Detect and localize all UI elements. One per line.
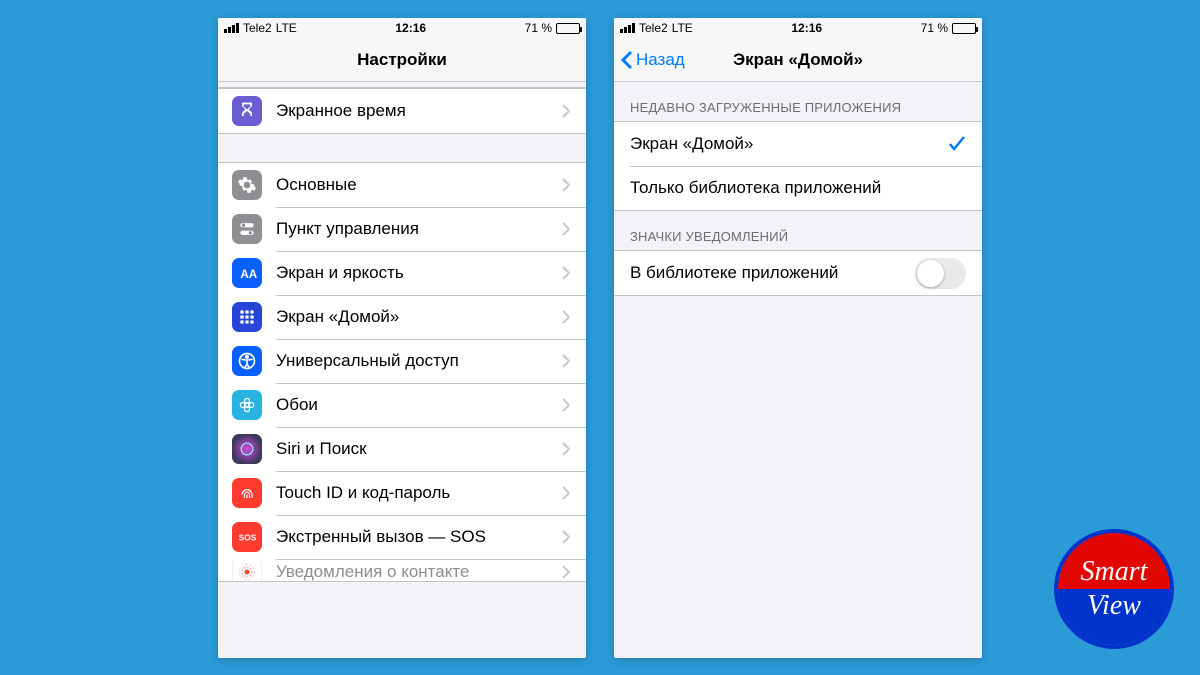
carrier-label: Tele2	[243, 21, 272, 35]
row-touchid-passcode[interactable]: Touch ID и код-пароль	[218, 471, 586, 515]
accessibility-icon	[232, 346, 262, 376]
chevron-right-icon	[562, 486, 570, 500]
option-home-screen[interactable]: Экран «Домой»	[614, 122, 982, 166]
section-header-notification-badges: ЗНАЧКИ УВЕДОМЛЕНИЙ	[614, 211, 982, 250]
gear-icon	[232, 170, 262, 200]
row-home-screen[interactable]: Экран «Домой»	[218, 295, 586, 339]
nav-bar: Настройки	[218, 38, 586, 82]
watermark-logo: Smart View	[1054, 529, 1174, 649]
row-label: Уведомления о контакте	[276, 562, 548, 581]
back-button[interactable]: Назад	[620, 38, 685, 81]
hourglass-icon	[232, 96, 262, 126]
battery-icon	[952, 23, 976, 34]
row-label: Siri и Поиск	[276, 439, 548, 459]
back-label: Назад	[636, 50, 685, 70]
exposure-icon	[232, 559, 262, 581]
status-bar: Tele2 LTE 12:16 71 %	[614, 18, 982, 38]
chevron-right-icon	[562, 178, 570, 192]
row-label: Обои	[276, 395, 548, 415]
battery-pct: 71 %	[525, 21, 552, 35]
row-general[interactable]: Основные	[218, 163, 586, 207]
option-app-library-only[interactable]: Только библиотека приложений	[614, 166, 982, 210]
option-label: Только библиотека приложений	[630, 178, 966, 198]
nav-bar: Назад Экран «Домой»	[614, 38, 982, 82]
battery-pct: 71 %	[921, 21, 948, 35]
settings-group-general: Основные Пункт управления AA Экран и ярк…	[218, 162, 586, 582]
row-label: Touch ID и код-пароль	[276, 483, 548, 503]
carrier-label: Tele2	[639, 21, 668, 35]
chevron-right-icon	[562, 565, 570, 579]
row-label: Экран «Домой»	[276, 307, 548, 327]
logo-text-top: Smart	[1081, 555, 1148, 589]
section-newly-downloaded: Экран «Домой» Только библиотека приложен…	[614, 121, 982, 211]
network-label: LTE	[276, 21, 297, 35]
chevron-right-icon	[562, 222, 570, 236]
phone-settings: Tele2 LTE 12:16 71 % Настройки Экранное …	[218, 18, 586, 658]
chevron-right-icon	[562, 354, 570, 368]
row-label: Экстренный вызов — SOS	[276, 527, 548, 547]
siri-icon	[232, 434, 262, 464]
wallpaper-icon	[232, 390, 262, 420]
row-label: Универсальный доступ	[276, 351, 548, 371]
settings-group-screentime: Экранное время	[218, 88, 586, 134]
toggle-in-app-library[interactable]: В библиотеке приложений	[614, 251, 982, 295]
logo-text-bot: View	[1087, 589, 1141, 623]
fingerprint-icon	[232, 478, 262, 508]
row-wallpaper[interactable]: Обои	[218, 383, 586, 427]
battery-icon	[556, 23, 580, 34]
row-label: Пункт управления	[276, 219, 548, 239]
chevron-left-icon	[620, 50, 634, 70]
toggles-icon	[232, 214, 262, 244]
page-title: Настройки	[357, 50, 447, 70]
toggle-label: В библиотеке приложений	[630, 263, 901, 283]
chevron-right-icon	[562, 530, 570, 544]
sos-icon: SOS	[232, 522, 262, 552]
row-display-brightness[interactable]: AA Экран и яркость	[218, 251, 586, 295]
status-time: 12:16	[791, 21, 822, 35]
option-label: Экран «Домой»	[630, 134, 934, 154]
status-bar: Tele2 LTE 12:16 71 %	[218, 18, 586, 38]
row-screen-time[interactable]: Экранное время	[218, 89, 586, 133]
chevron-right-icon	[562, 398, 570, 412]
display-icon: AA	[232, 258, 262, 288]
svg-text:SOS: SOS	[239, 532, 257, 542]
chevron-right-icon	[562, 266, 570, 280]
row-siri-search[interactable]: Siri и Поиск	[218, 427, 586, 471]
checkmark-icon	[948, 135, 966, 153]
section-notification-badges: В библиотеке приложений	[614, 250, 982, 296]
phone-home-screen-settings: Tele2 LTE 12:16 71 % Назад Экран «Домой»…	[614, 18, 982, 658]
row-control-center[interactable]: Пункт управления	[218, 207, 586, 251]
section-header-newly-downloaded: НЕДАВНО ЗАГРУЖЕННЫЕ ПРИЛОЖЕНИЯ	[614, 82, 982, 121]
row-accessibility[interactable]: Универсальный доступ	[218, 339, 586, 383]
row-exposure-notifications[interactable]: Уведомления о контакте	[218, 559, 586, 581]
row-label: Экранное время	[276, 101, 548, 121]
page-title: Экран «Домой»	[733, 50, 863, 70]
row-emergency-sos[interactable]: SOS Экстренный вызов — SOS	[218, 515, 586, 559]
chevron-right-icon	[562, 104, 570, 118]
chevron-right-icon	[562, 442, 570, 456]
status-time: 12:16	[395, 21, 426, 35]
row-label: Экран и яркость	[276, 263, 548, 283]
network-label: LTE	[672, 21, 693, 35]
svg-text:AA: AA	[240, 268, 257, 281]
row-label: Основные	[276, 175, 548, 195]
toggle-switch[interactable]	[915, 258, 966, 289]
signal-icon	[224, 23, 239, 33]
chevron-right-icon	[562, 310, 570, 324]
signal-icon	[620, 23, 635, 33]
home-grid-icon	[232, 302, 262, 332]
